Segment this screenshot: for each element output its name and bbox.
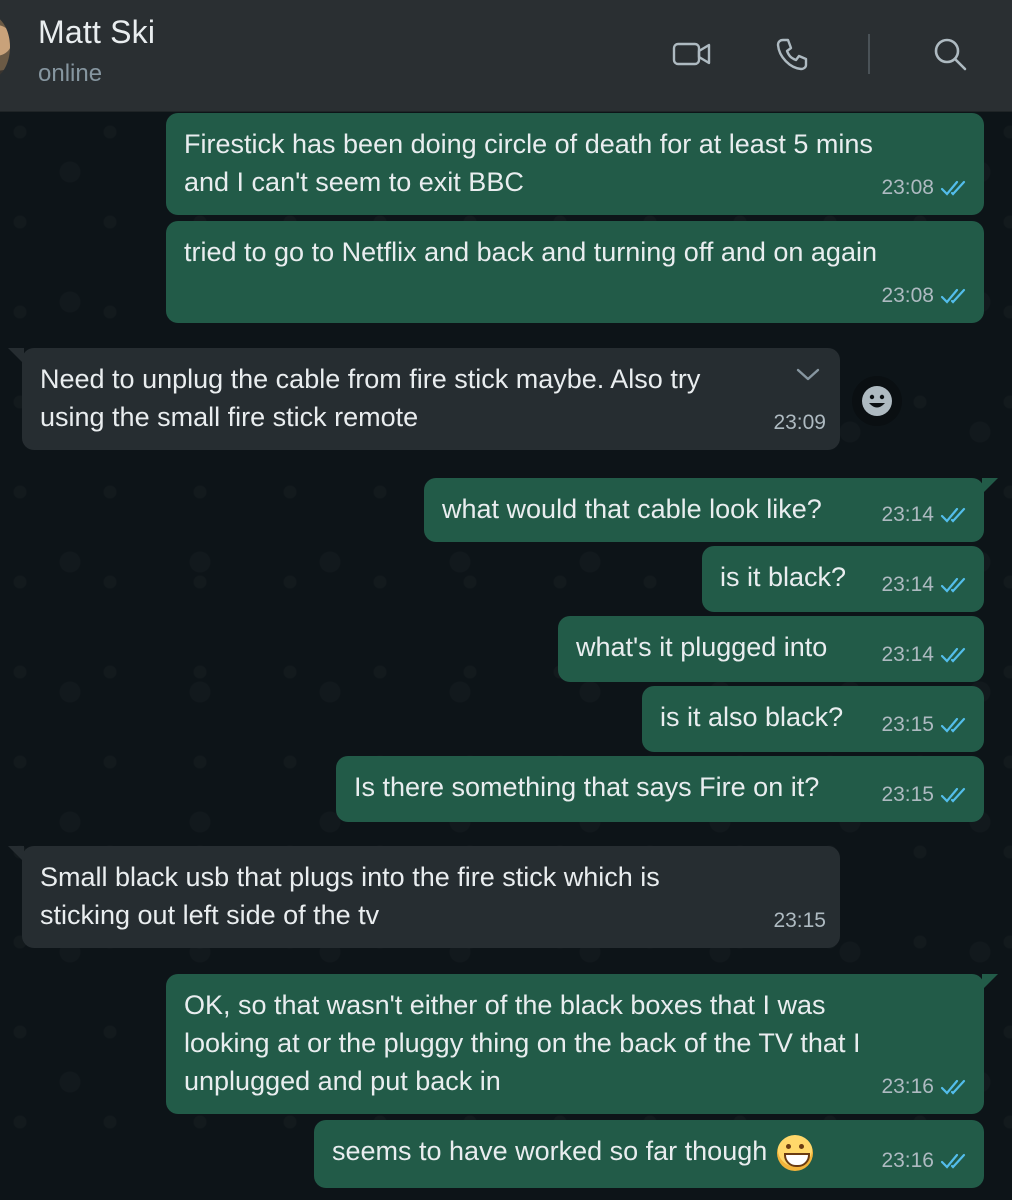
message-meta: 23:09 — [773, 404, 826, 442]
message-bubble-outgoing[interactable]: tried to go to Netflix and back and turn… — [166, 221, 984, 323]
message-bubble-outgoing[interactable]: Is there something that says Fire on it?… — [336, 756, 984, 822]
message-time: 23:14 — [881, 643, 934, 666]
chevron-down-icon[interactable] — [794, 364, 822, 384]
message-text: Firestick has been doing circle of death… — [184, 129, 873, 197]
message-meta: 23:15 — [773, 902, 826, 940]
message-time: 23:16 — [881, 1075, 934, 1098]
read-receipt-icon — [940, 1079, 966, 1095]
message-bubble-outgoing[interactable]: Firestick has been doing circle of death… — [166, 113, 984, 215]
read-receipt-icon — [940, 577, 966, 593]
message-meta: 23:08 — [881, 169, 970, 207]
avatar[interactable] — [0, 14, 10, 80]
message-time: 23:15 — [773, 909, 826, 932]
read-receipt-icon — [940, 180, 966, 196]
message-text: seems to have worked so far though — [332, 1132, 966, 1171]
message-bubble-outgoing[interactable]: OK, so that wasn't either of the black b… — [166, 974, 998, 1114]
read-receipt-icon — [940, 1153, 966, 1169]
bubble-tail — [982, 478, 998, 494]
message-meta: 23:08 — [881, 277, 970, 315]
message-meta: 23:16 — [881, 1142, 970, 1180]
search-icon[interactable] — [926, 30, 974, 78]
message-meta: 23:15 — [881, 706, 970, 744]
message-text-content: seems to have worked so far though — [332, 1136, 768, 1166]
message-time: 23:14 — [881, 573, 934, 596]
read-receipt-icon — [940, 647, 966, 663]
chat-header: Matt Ski online — [0, 0, 1012, 112]
contact-status: online — [38, 60, 103, 87]
message-text: tried to go to Netflix and back and turn… — [184, 237, 877, 267]
message-bubble-outgoing[interactable]: what would that cable look like? 23:14 — [424, 478, 998, 542]
message-meta: 23:15 — [881, 776, 970, 814]
read-receipt-icon — [940, 507, 966, 523]
message-bubble-outgoing[interactable]: is it black? 23:14 — [702, 546, 984, 612]
message-text: Need to unplug the cable from fire stick… — [40, 364, 701, 432]
bubble-tail — [8, 348, 24, 364]
read-receipt-icon — [940, 787, 966, 803]
message-bubble-incoming[interactable]: Need to unplug the cable from fire stick… — [8, 348, 840, 450]
message-time: 23:16 — [881, 1149, 934, 1172]
emoji-reaction-button[interactable] — [852, 376, 902, 426]
message-time: 23:15 — [881, 713, 934, 736]
message-text: OK, so that wasn't either of the black b… — [184, 990, 861, 1096]
message-time: 23:08 — [881, 284, 934, 307]
header-divider — [868, 34, 870, 74]
read-receipt-icon — [940, 717, 966, 733]
message-meta: 23:14 — [881, 496, 970, 534]
message-text: Small black usb that plugs into the fire… — [40, 862, 660, 930]
chat-area[interactable]: Firestick has been doing circle of death… — [0, 112, 1012, 1200]
message-time: 23:08 — [881, 176, 934, 199]
grinning-face-emoji — [777, 1134, 814, 1171]
message-bubble-outgoing[interactable]: seems to have worked so far though 23:16 — [314, 1120, 984, 1188]
read-receipt-icon — [940, 288, 966, 304]
smiley-icon — [862, 386, 892, 416]
message-time: 23:15 — [881, 783, 934, 806]
message-bubble-outgoing[interactable]: is it also black? 23:15 — [642, 686, 984, 752]
contact-name[interactable]: Matt Ski — [38, 14, 155, 51]
message-bubble-incoming[interactable]: Small black usb that plugs into the fire… — [8, 846, 840, 948]
message-meta: 23:16 — [881, 1068, 970, 1106]
video-call-icon[interactable] — [668, 30, 716, 78]
message-bubble-outgoing[interactable]: what's it plugged into 23:14 — [558, 616, 984, 682]
message-meta: 23:14 — [881, 566, 970, 604]
voice-call-icon[interactable] — [768, 30, 816, 78]
message-time: 23:09 — [773, 411, 826, 434]
bubble-tail — [982, 974, 998, 990]
message-text: Is there something that says Fire on it? — [354, 772, 820, 802]
bubble-tail — [8, 846, 24, 862]
message-time: 23:14 — [881, 503, 934, 526]
message-meta: 23:14 — [881, 636, 970, 674]
